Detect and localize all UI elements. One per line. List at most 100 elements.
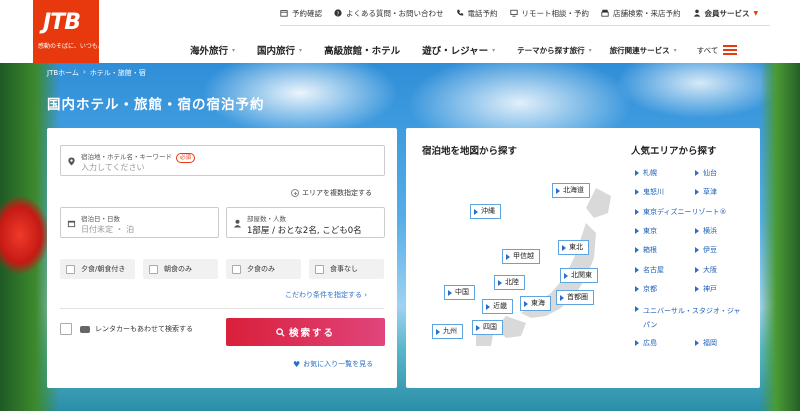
nav-overseas[interactable]: 海外旅行 ▾ bbox=[190, 43, 235, 57]
question-icon: ? bbox=[334, 9, 342, 17]
remote-consult-link[interactable]: リモート相談・予約 bbox=[509, 8, 590, 19]
nav-domestic[interactable]: 国内旅行 ▾ bbox=[257, 43, 302, 57]
search-button[interactable]: 検索する bbox=[226, 318, 385, 346]
all-menu-button[interactable]: すべて bbox=[697, 45, 738, 56]
nav-label: 遊び・レジャー bbox=[422, 46, 489, 57]
meal-option-dinner[interactable]: 夕食のみ bbox=[226, 259, 301, 279]
chevron-down-icon: ▾ bbox=[232, 46, 236, 54]
region-koshinetsu[interactable]: 甲信越 bbox=[502, 249, 540, 264]
svg-text:?: ? bbox=[337, 11, 340, 17]
map-panel: 宿泊地を地図から探す 北海道 沖縄 東北 甲信越 北関東 中国 北陸 首都圏 近… bbox=[406, 128, 760, 388]
faq-contact-link[interactable]: ? よくある質問・お問い合わせ bbox=[334, 8, 444, 19]
all-menu-label: すべて bbox=[696, 45, 719, 55]
popular-area-title: 人気エリアから探す bbox=[631, 146, 717, 157]
checkbox[interactable] bbox=[149, 264, 158, 274]
meal-option-none[interactable]: 食事なし bbox=[309, 259, 384, 279]
page-title: 国内ホテル・旅館・宿の宿泊予約 bbox=[47, 97, 265, 113]
popular-area-link[interactable]: 東京ディズニーリゾート® bbox=[635, 207, 727, 217]
logo-mark: JTB bbox=[43, 10, 81, 35]
hibiscus-flower bbox=[0, 190, 52, 280]
checkbox[interactable] bbox=[232, 264, 241, 274]
map-title: 宿泊地を地図から探す bbox=[422, 146, 518, 157]
meal-option-breakfast[interactable]: 朝食のみ bbox=[143, 259, 218, 279]
popular-area-link[interactable]: 箱根 bbox=[635, 245, 657, 255]
meal-option-dinner-breakfast[interactable]: 夕食/朝食付き bbox=[60, 259, 135, 279]
search-panel: 宿泊地・ホテル名・キーワード 必須 入力してください エリアを複数指定する 宿泊日… bbox=[47, 128, 397, 388]
nav-label: 海外旅行 bbox=[190, 46, 229, 57]
region-kitakanto[interactable]: 北関東 bbox=[560, 268, 598, 283]
nav-leisure[interactable]: 遊び・レジャー ▾ bbox=[422, 43, 495, 57]
region-shutoken[interactable]: 首都圏 bbox=[556, 290, 594, 305]
popular-area-link[interactable]: 仙台 bbox=[695, 168, 717, 178]
popular-area-link[interactable]: ユニバーサル・スタジオ・ジャパン bbox=[635, 304, 745, 332]
popular-area-link[interactable]: 京都 bbox=[635, 284, 657, 294]
nav-label: 旅行関連サービス bbox=[609, 45, 670, 55]
meal-label: 朝食のみ bbox=[164, 265, 192, 273]
popular-area-link[interactable]: 神戸 bbox=[695, 284, 717, 294]
region-shikoku[interactable]: 四国 bbox=[472, 320, 503, 335]
meal-label: 食事なし bbox=[330, 265, 358, 273]
region-kinki[interactable]: 近畿 bbox=[482, 299, 513, 314]
keyword-field[interactable]: 宿泊地・ホテル名・キーワード 必須 入力してください bbox=[60, 145, 385, 176]
store-search-link[interactable]: 店舗検索・来店予約 bbox=[601, 8, 681, 19]
popular-area-link[interactable]: 福岡 bbox=[695, 338, 717, 348]
rentacar-checkbox[interactable] bbox=[60, 323, 72, 335]
nav-theme[interactable]: テーマから探す旅行 ▾ bbox=[517, 45, 592, 56]
car-icon bbox=[80, 325, 90, 333]
util-label: リモート相談・予約 bbox=[521, 8, 590, 18]
breadcrumb-separator: › bbox=[82, 68, 86, 76]
region-chugoku[interactable]: 中国 bbox=[444, 285, 475, 300]
nav-label: 高級旅館・ホテル bbox=[324, 46, 401, 57]
search-button-label: 検索する bbox=[288, 328, 335, 339]
chevron-down-icon: ▾ bbox=[299, 46, 303, 54]
conditions-link[interactable]: こだわり条件を指定する › bbox=[285, 290, 367, 300]
util-label: 店舗検索・来店予約 bbox=[613, 8, 681, 18]
jtb-logo[interactable]: JTB 感動のそばに、いつも。 bbox=[33, 0, 104, 63]
rentacar-label: レンタカーもあわせて検索する bbox=[95, 325, 193, 333]
region-hokkaido[interactable]: 北海道 bbox=[552, 183, 590, 198]
region-tokai[interactable]: 東海 bbox=[520, 296, 551, 311]
util-label: 予約確認 bbox=[292, 8, 322, 18]
date-label: 宿泊日・日数 bbox=[81, 215, 120, 223]
region-okinawa[interactable]: 沖縄 bbox=[470, 204, 501, 219]
popular-area-link[interactable]: 大阪 bbox=[695, 265, 717, 275]
popular-area-link[interactable]: 横浜 bbox=[695, 226, 717, 236]
hamburger-icon bbox=[723, 45, 738, 55]
popular-area-link[interactable]: 広島 bbox=[635, 338, 657, 348]
popular-area-link[interactable]: 伊豆 bbox=[695, 245, 717, 255]
search-icon bbox=[276, 327, 285, 337]
nav-related-services[interactable]: 旅行関連サービス ▾ bbox=[610, 45, 677, 56]
popular-area-link[interactable]: 草津 bbox=[695, 187, 717, 197]
room-guest-value: 1部屋 / おとな2名, こども0名 bbox=[247, 226, 362, 236]
date-field[interactable]: 宿泊日・日数 日付未定 ・ 泊 bbox=[60, 207, 219, 238]
monitor-icon bbox=[509, 9, 518, 17]
checkbox[interactable] bbox=[315, 264, 324, 274]
chevron-down-icon: ▾ bbox=[673, 46, 677, 54]
region-tohoku[interactable]: 東北 bbox=[558, 240, 589, 255]
chevron-down-icon: ▼ bbox=[753, 9, 759, 17]
calendar-icon bbox=[280, 10, 288, 17]
popular-area-link[interactable]: 名古屋 bbox=[635, 265, 664, 275]
popular-area-link[interactable]: 札幌 bbox=[635, 168, 657, 178]
favorites-label: お気に入り一覧を見る bbox=[303, 360, 374, 368]
logo-tagline: 感動のそばに、いつも。 bbox=[38, 43, 104, 50]
meal-label: 夕食のみ bbox=[247, 265, 275, 273]
region-hokuriku[interactable]: 北陸 bbox=[494, 275, 525, 290]
member-service-menu[interactable]: 会員サービス ▼ bbox=[693, 8, 759, 19]
multi-area-link[interactable]: エリアを複数指定する bbox=[291, 188, 372, 198]
popular-area-link[interactable]: 東京 bbox=[635, 226, 657, 236]
location-pin-icon bbox=[68, 157, 75, 166]
rentacar-option[interactable]: レンタカーもあわせて検索する bbox=[60, 323, 193, 335]
region-kyushu[interactable]: 九州 bbox=[432, 324, 463, 339]
room-guest-field[interactable]: 部屋数・人数 1部屋 / おとな2名, こども0名 bbox=[226, 207, 385, 238]
breadcrumb-home[interactable]: JTBホーム bbox=[47, 68, 79, 78]
favorites-link[interactable]: ♥ お気に入り一覧を見る bbox=[293, 359, 373, 369]
popular-area-link[interactable]: 鬼怒川 bbox=[635, 187, 664, 197]
date-value: 日付未定 ・ 泊 bbox=[81, 225, 135, 234]
phone-reservation-link[interactable]: 電話予約 bbox=[456, 8, 498, 19]
reservation-check-link[interactable]: 予約確認 bbox=[280, 8, 322, 19]
multi-area-label: エリアを複数指定する bbox=[302, 189, 372, 197]
checkbox[interactable] bbox=[66, 264, 75, 274]
keyword-input[interactable]: 入力してください bbox=[81, 162, 145, 173]
nav-luxury[interactable]: 高級旅館・ホテル bbox=[324, 43, 400, 57]
